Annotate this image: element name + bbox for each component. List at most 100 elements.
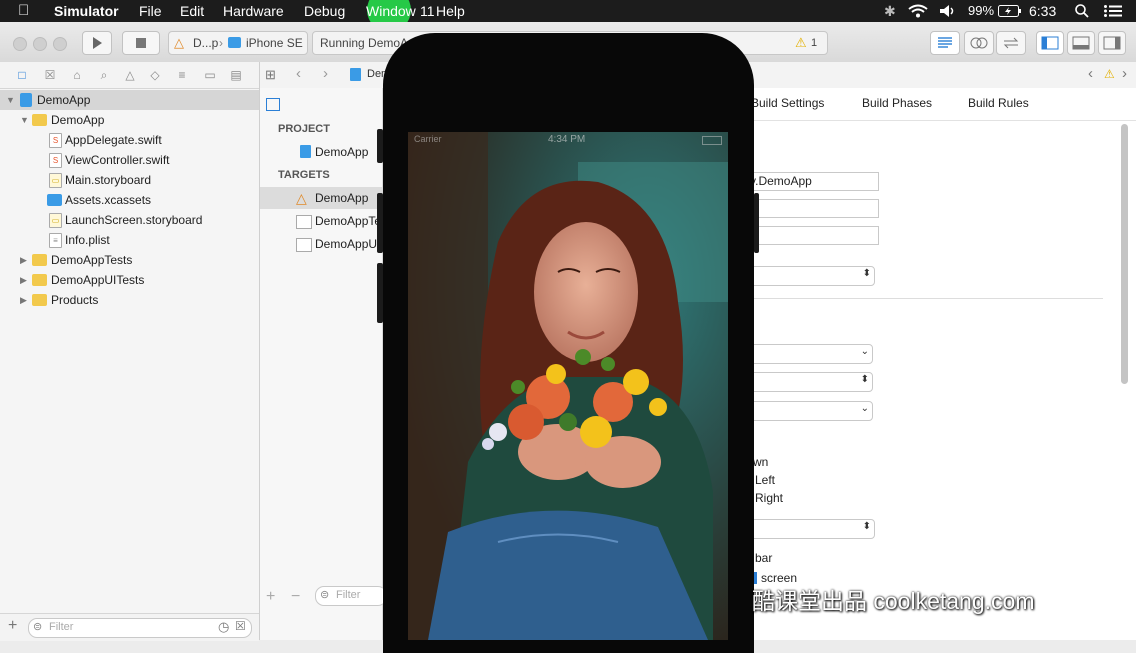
device-icon — [228, 37, 241, 48]
disclosure-closed-icon[interactable]: ▶ — [20, 250, 27, 270]
disclosure-open-icon[interactable]: ▼ — [20, 110, 29, 130]
notification-center-icon[interactable] — [1104, 5, 1122, 17]
editor-scrollbar[interactable] — [1121, 124, 1128, 384]
close-window-button[interactable] — [13, 37, 27, 51]
volume-icon[interactable] — [939, 4, 957, 18]
build-field[interactable] — [743, 226, 879, 245]
report-navigator-icon[interactable]: ▤ — [229, 68, 243, 82]
menu-debug[interactable]: Debug — [304, 3, 345, 19]
nav-row-group[interactable]: ▶ DemoAppUITests — [0, 270, 259, 290]
sidebar-left-icon — [1041, 36, 1059, 50]
folder-navigator-icon[interactable]: □ — [15, 68, 29, 82]
tab-build-rules[interactable]: Build Rules — [968, 96, 1029, 110]
recent-files-icon[interactable]: ◷ — [218, 619, 229, 635]
menu-app-name[interactable]: Simulator — [54, 3, 119, 19]
orientation-upside-down-fragment[interactable]: wn — [753, 455, 768, 469]
apple-icon[interactable]:  — [18, 3, 29, 19]
team-popup[interactable]: ⬍ — [743, 266, 875, 286]
version-editor-button[interactable] — [996, 31, 1026, 55]
mute-switch[interactable] — [377, 129, 383, 163]
simulator-screen[interactable]: Carrier 4:34 PM — [408, 132, 728, 640]
bundle-identifier-field[interactable]: y.DemoApp — [743, 172, 879, 191]
find-navigator-icon[interactable]: ⌕ — [97, 68, 111, 82]
toggle-targets-icon[interactable] — [266, 98, 280, 111]
disclosure-open-icon[interactable]: ▼ — [6, 90, 15, 110]
disclosure-closed-icon[interactable]: ▶ — [20, 270, 27, 290]
assistant-editor-button[interactable] — [964, 31, 994, 55]
project-item[interactable]: DemoApp — [260, 141, 382, 163]
menu-file[interactable]: File — [139, 3, 162, 19]
spotlight-icon[interactable] — [1075, 4, 1089, 18]
tab-build-settings[interactable]: Build Settings — [751, 96, 824, 110]
clock[interactable]: 6:33 — [1029, 3, 1056, 19]
highlight-number: 11 — [420, 3, 435, 19]
remove-target-icon[interactable]: − — [291, 588, 300, 606]
project-file-icon — [350, 68, 361, 81]
target-item[interactable]: DemoAppUI — [260, 233, 382, 255]
scm-filter-icon[interactable]: ☒ — [235, 619, 246, 633]
disclosure-closed-icon[interactable]: ▶ — [20, 290, 27, 310]
main-interface-popup[interactable]: ⌄ — [743, 401, 873, 421]
volume-up-button[interactable] — [377, 193, 383, 253]
tab-build-phases[interactable]: Build Phases — [862, 96, 932, 110]
issue-warning-icon[interactable]: ⚠ — [1104, 67, 1115, 81]
volume-down-button[interactable] — [377, 263, 383, 323]
nav-row-file[interactable]: ≡ Info.plist — [0, 230, 259, 250]
add-target-icon[interactable]: + — [266, 588, 275, 606]
nav-row-group[interactable]: ▶ Products — [0, 290, 259, 310]
battery-icon[interactable] — [998, 5, 1022, 17]
status-bar-style-popup[interactable]: ⬍ — [743, 519, 875, 539]
toggle-navigator-button[interactable] — [1036, 31, 1064, 55]
toggle-utilities-button[interactable] — [1098, 31, 1126, 55]
minimize-window-button[interactable] — [33, 37, 47, 51]
power-button[interactable] — [754, 193, 759, 253]
nav-row-group[interactable]: ▶ DemoAppTests — [0, 250, 259, 270]
orientation-landscape-left-fragment[interactable]: Left — [755, 473, 775, 487]
issue-navigator-icon[interactable]: △ — [123, 68, 137, 82]
nav-row-file[interactable]: S AppDelegate.swift — [0, 130, 259, 150]
battery-percent[interactable]: 99% — [968, 3, 994, 19]
nav-row-file[interactable]: Assets.xcassets — [0, 190, 259, 210]
related-items-icon[interactable]: ⊞ — [265, 67, 276, 83]
zoom-window-button[interactable] — [53, 37, 67, 51]
menu-window[interactable]: Window — [366, 3, 416, 19]
hide-status-bar-fragment[interactable]: bar — [755, 551, 772, 565]
hierarchy-icon[interactable]: ⌂ — [70, 68, 84, 82]
breakpoint-navigator-icon[interactable]: ▭ — [203, 68, 217, 82]
standard-editor-button[interactable] — [930, 31, 960, 55]
nav-row-file[interactable]: ▭ Main.storyboard — [0, 170, 259, 190]
stop-button[interactable] — [122, 31, 160, 55]
wifi-icon[interactable] — [908, 4, 928, 18]
navigator-filter-field[interactable]: ⊜ Filter ◷ ☒ — [28, 618, 252, 638]
menu-hardware[interactable]: Hardware — [223, 3, 284, 19]
menu-help[interactable]: Help — [436, 3, 465, 19]
warning-count[interactable]: 1 — [811, 32, 817, 54]
devices-popup[interactable]: ⬍ — [743, 372, 873, 392]
version-field[interactable] — [743, 199, 879, 218]
scheme-selector[interactable]: △ D...p › iPhone SE — [168, 31, 308, 55]
symbol-navigator-icon[interactable]: ☒ — [43, 68, 57, 82]
targets-filter-field[interactable]: ⊜ Filter — [315, 586, 387, 606]
test-navigator-icon[interactable]: ◇ — [148, 68, 162, 82]
nav-row-file[interactable]: S ViewController.swift — [0, 150, 259, 170]
debug-navigator-icon[interactable]: ≡ — [175, 68, 189, 82]
forward-icon[interactable]: › — [323, 65, 328, 82]
target-item[interactable]: DemoAppTe — [260, 210, 382, 232]
nav-row-file[interactable]: ▭ LaunchScreen.storyboard — [0, 210, 259, 230]
run-button[interactable] — [82, 31, 112, 55]
bluetooth-icon[interactable]: ✱ — [884, 3, 896, 19]
toggle-debug-area-button[interactable] — [1067, 31, 1095, 55]
back-icon[interactable]: ‹ — [296, 65, 301, 82]
deployment-target-popup[interactable]: ⌄ — [743, 344, 873, 364]
menu-edit[interactable]: Edit — [180, 3, 204, 19]
chevron-left-icon[interactable]: ‹ — [1088, 65, 1093, 82]
nav-row-group-demoapp[interactable]: ▼ DemoApp — [0, 110, 259, 130]
warning-icon[interactable]: ⚠ — [795, 32, 807, 54]
target-item[interactable]: △ DemoApp — [260, 187, 382, 209]
chevron-right-icon[interactable]: › — [1122, 65, 1127, 82]
add-icon[interactable]: + — [8, 617, 17, 635]
nav-row-label: Assets.xcassets — [65, 193, 152, 207]
nav-row-project[interactable]: ▼ DemoApp — [0, 90, 259, 110]
chevron-down-icon: ⌄ — [860, 346, 869, 357]
orientation-landscape-right-fragment[interactable]: Right — [755, 491, 783, 505]
